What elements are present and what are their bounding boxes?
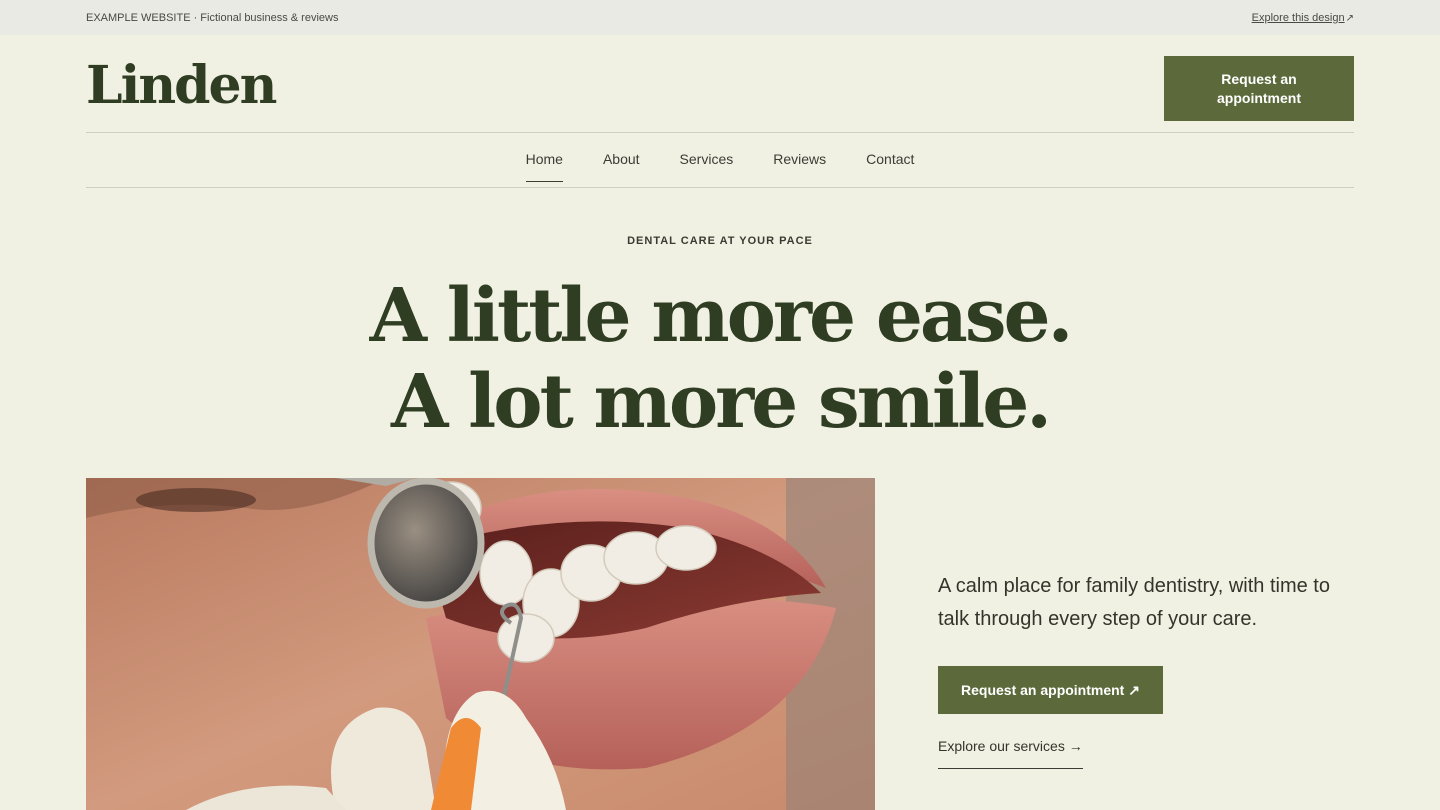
site-header: Linden Request an appointment <box>86 35 1354 133</box>
nav-item-services[interactable]: Services <box>680 133 734 187</box>
main-nav: Home About Services Reviews Contact <box>86 133 1354 188</box>
explore-services-label: Explore our services <box>938 738 1065 754</box>
top-info-bar: EXAMPLE WEBSITE · Fictional business & r… <box>0 0 1440 35</box>
hero-row: A calm place for family dentistry, with … <box>86 478 1354 810</box>
hero-request-appointment-button[interactable]: Request an appointment ↗ <box>938 666 1163 714</box>
nav-item-home[interactable]: Home <box>525 133 564 187</box>
nav-item-about[interactable]: About <box>603 133 640 187</box>
explore-services-link[interactable]: Explore our services → <box>938 738 1083 769</box>
explore-design-label: Explore this design <box>1251 11 1345 24</box>
headline-line-2: A lot more smile. <box>390 359 1052 445</box>
arrow-right-icon: → <box>1068 738 1083 754</box>
nav-item-reviews[interactable]: Reviews <box>773 133 826 187</box>
site-note: EXAMPLE WEBSITE · Fictional business & r… <box>86 11 339 24</box>
hero-side-panel: A calm place for family dentistry, with … <box>938 570 1354 769</box>
hero-eyebrow: DENTAL CARE AT YOUR PACE <box>627 235 813 247</box>
hero-cta-label: Request an appointment <box>961 681 1125 698</box>
hero-dental-photo <box>86 478 875 810</box>
nav-item-contact[interactable]: Contact <box>866 133 914 187</box>
explore-design-link[interactable]: Explore this design↗ <box>1252 12 1354 24</box>
hero-description: A calm place for family dentistry, with … <box>938 575 1330 630</box>
hero-headline: A little more ease. A lot more smile. <box>0 273 1440 445</box>
logo[interactable]: Linden <box>86 55 277 116</box>
request-appointment-button[interactable]: Request an appointment <box>1164 56 1354 121</box>
arrow-up-right-icon: ↗ <box>1345 12 1354 24</box>
arrow-up-right-icon: ↗ <box>1128 681 1140 698</box>
headline-line-1: A little more ease. <box>369 273 1074 359</box>
